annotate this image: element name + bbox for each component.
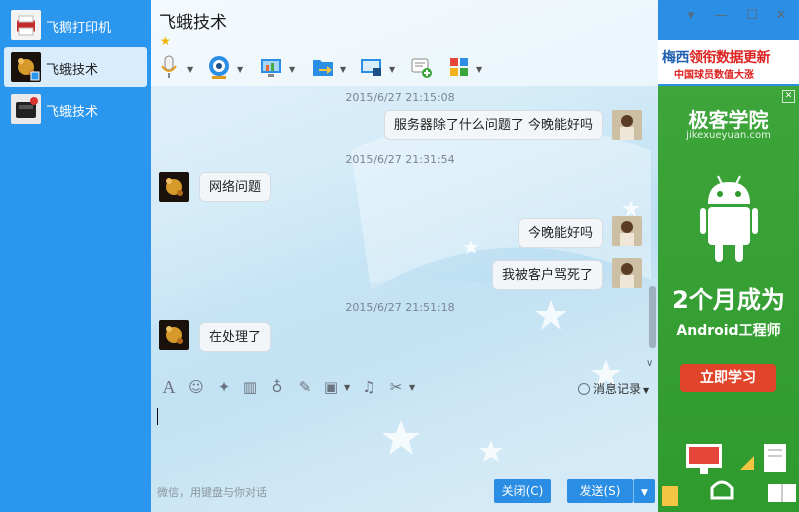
- contact-item-feie-tech-2[interactable]: 飞蛾技术: [4, 89, 147, 129]
- message-bubble-outgoing[interactable]: 今晚能好吗: [517, 218, 603, 248]
- my-avatar[interactable]: [612, 216, 642, 246]
- minimize-icon[interactable]: —: [713, 8, 729, 24]
- contact-item-feie-tech[interactable]: 飞蛾技术: [4, 47, 147, 87]
- message-timestamp: 2015/6/27 21:31:54: [345, 153, 455, 166]
- font-icon[interactable]: A: [160, 378, 178, 396]
- contact-avatar[interactable]: [159, 172, 189, 202]
- feie-avatar: [11, 52, 41, 82]
- magic-wand-icon[interactable]: ✦: [215, 378, 233, 396]
- close-button[interactable]: 关闭(C): [494, 479, 551, 503]
- remote-desktop-icon[interactable]: [259, 54, 283, 82]
- news-ad-banner[interactable]: 梅西领衔数据更新 中国球员数值大涨: [658, 40, 799, 84]
- video-call-icon[interactable]: [207, 54, 231, 82]
- edit-icon[interactable]: ✎: [296, 378, 314, 396]
- clock-icon: [578, 383, 590, 395]
- chevron-down-icon[interactable]: ▼: [340, 65, 346, 74]
- scroll-down-icon[interactable]: ∨: [646, 358, 653, 369]
- message-input[interactable]: [157, 408, 158, 425]
- learn-now-button[interactable]: 立即学习: [680, 364, 776, 392]
- my-avatar[interactable]: [612, 110, 642, 140]
- star-icon[interactable]: ★: [160, 34, 171, 48]
- ad-illustration: [662, 444, 796, 506]
- voice-call-icon[interactable]: [159, 54, 179, 82]
- input-toolbar: A ☺ ✦ ▥ ♁ ✎ ▣ ▼ ♫ ✂ ▼ 消息记录 ▼: [151, 374, 658, 400]
- chevron-down-icon[interactable]: ▼: [187, 65, 193, 74]
- message-bubble-outgoing[interactable]: 我被客户骂死了: [491, 260, 603, 290]
- scissors-icon[interactable]: ✂: [387, 378, 405, 396]
- chevron-down-icon: ▼: [641, 488, 648, 498]
- send-file-icon[interactable]: [311, 54, 335, 82]
- emoji-icon[interactable]: ☺: [187, 378, 205, 396]
- news-ad-highlight-red: 领衔数据更新: [689, 50, 771, 66]
- course-ad[interactable]: ✕ 极客学院 jikexueyuan.com 2个月成为 Android工程师 …: [658, 86, 799, 512]
- ad-brand: 极客学院: [688, 108, 769, 132]
- send-options-button[interactable]: ▼: [633, 479, 655, 503]
- new-discussion-icon[interactable]: [409, 54, 433, 82]
- image-icon[interactable]: ▣: [322, 378, 340, 396]
- message-timestamp: 2015/6/27 21:51:18: [345, 301, 455, 314]
- chevron-down-icon[interactable]: ▼: [237, 65, 243, 74]
- apps-grid-icon[interactable]: [447, 54, 471, 82]
- contact-item-printer[interactable]: 飞鹅打印机: [4, 5, 147, 45]
- close-window-icon[interactable]: ✕: [773, 8, 789, 24]
- screen-share-icon[interactable]: [359, 54, 383, 82]
- ad-close-icon[interactable]: ✕: [782, 90, 795, 103]
- message-bubble-incoming[interactable]: 在处理了: [199, 322, 272, 352]
- my-avatar[interactable]: [612, 258, 642, 288]
- news-ad-highlight: 梅西: [662, 50, 690, 66]
- contact-name: 飞蛾技术: [46, 105, 99, 120]
- chevron-down-icon[interactable]: ▼: [389, 65, 395, 74]
- microphone-icon[interactable]: ♁: [268, 378, 286, 396]
- chevron-down-icon[interactable]: ▼: [409, 383, 415, 392]
- chevron-down-icon[interactable]: ▼: [344, 383, 350, 392]
- ad-url: jikexueyuan.com: [686, 130, 771, 141]
- maximize-icon[interactable]: ☐: [744, 8, 760, 24]
- scrollbar-thumb[interactable]: [649, 286, 656, 348]
- message-bubble-incoming[interactable]: 网络问题: [199, 172, 272, 202]
- message-timestamp: 2015/6/27 21:15:08: [345, 91, 455, 104]
- news-ad-headline: 梅西领衔数据更新: [662, 47, 771, 67]
- ad-subline: Android工程师: [676, 323, 781, 339]
- chevron-down-icon[interactable]: ▼: [289, 65, 295, 74]
- news-ad-subline: 中国球员数值大涨: [674, 70, 754, 81]
- music-icon[interactable]: ♫: [360, 378, 378, 396]
- printer-avatar: [11, 10, 41, 40]
- chat-panel: 飞蛾技术 ★ ▼ ▼ ▼ ▼ ▼ ▼ 2015/6/27 21:15:08 服务…: [151, 0, 658, 512]
- contact-name: 飞蛾技术: [46, 63, 99, 78]
- contact-avatar[interactable]: [159, 320, 189, 350]
- contact-name: 飞鹅打印机: [46, 21, 112, 36]
- contact-list: 飞鹅打印机 飞蛾技术 飞蛾技术: [0, 0, 151, 512]
- history-label: 消息记录: [593, 382, 642, 396]
- send-button[interactable]: 发送(S): [567, 479, 633, 503]
- message-history-button[interactable]: 消息记录 ▼: [578, 380, 649, 397]
- chevron-down-icon[interactable]: ▼: [476, 65, 482, 74]
- device-avatar: [11, 94, 41, 124]
- input-hint: 微信，用键盘与你对话: [157, 486, 267, 499]
- video-clip-icon[interactable]: ▥: [241, 378, 259, 396]
- chat-toolbar: ▼ ▼ ▼ ▼ ▼ ▼: [151, 54, 658, 82]
- ad-headline: 2个月成为: [672, 286, 785, 314]
- message-list: 2015/6/27 21:15:08 服务器除了什么问题了 今晚能好吗 2015…: [151, 86, 649, 372]
- android-robot-icon: [700, 175, 758, 262]
- menu-chevron-icon[interactable]: ▾: [683, 8, 699, 24]
- chevron-down-icon: ▼: [643, 386, 650, 395]
- message-bubble-outgoing[interactable]: 服务器除了什么问题了 今晚能好吗: [383, 110, 603, 140]
- chat-title: 飞蛾技术: [159, 13, 227, 33]
